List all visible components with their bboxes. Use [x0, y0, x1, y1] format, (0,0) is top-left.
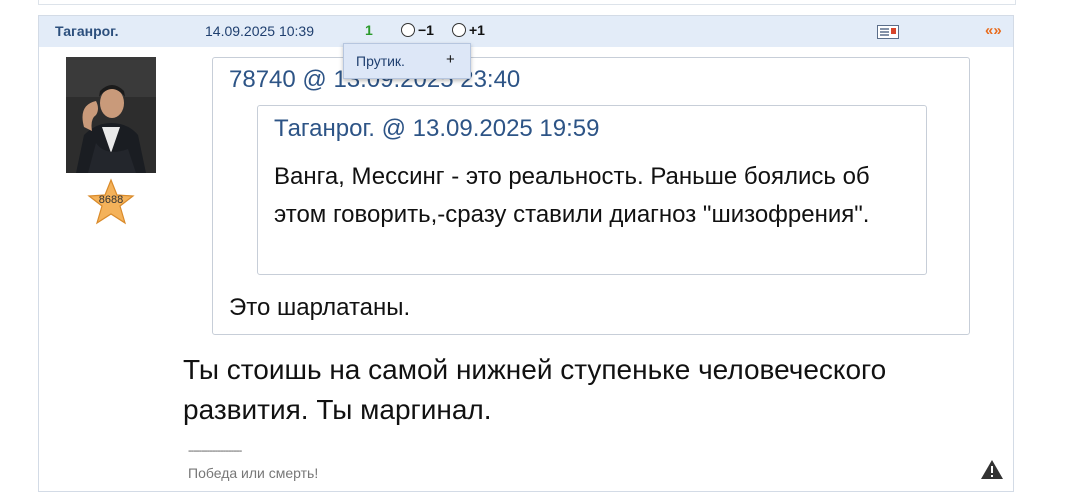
radio-minus-icon[interactable] [401, 23, 415, 37]
vote-plus-label: +1 [469, 22, 485, 38]
nested-quote-text: Ванга, Мессинг - это реальность. Раньше … [274, 163, 870, 228]
tooltip-voter-name[interactable]: Прутик. [356, 53, 405, 69]
user-rating: 8688 [98, 194, 124, 206]
tooltip-vote-value: + [446, 51, 455, 68]
nested-quote-block: Таганрог. @ 13.09.2025 19:59 Ванга, Месс… [257, 105, 927, 275]
avatar[interactable] [66, 57, 156, 173]
post-message: Ты стоишь на самой нижней ступеньке чело… [183, 354, 887, 425]
vote-minus[interactable]: −1 [401, 22, 434, 38]
card-icon[interactable] [877, 25, 899, 39]
post-score: 1 [365, 22, 373, 38]
author-name[interactable]: Таганрог. [55, 23, 119, 39]
previous-post-edge [38, 0, 1016, 5]
quote-text: Это шарлатаны. [229, 294, 411, 321]
quote-icon[interactable]: «» [985, 22, 1002, 39]
post-date[interactable]: 14.09.2025 10:39 [205, 23, 314, 39]
quote-block: 78740 @ 13.09.2025 23:40 Таганрог. @ 13.… [212, 57, 970, 335]
nested-quote-header[interactable]: Таганрог. @ 13.09.2025 19:59 [274, 115, 600, 143]
post-header: Таганрог. 14.09.2025 10:39 1 −1 +1 «» [39, 16, 1013, 47]
vote-minus-label: −1 [418, 22, 434, 38]
signature: Победа или смерть! [188, 465, 319, 481]
voter-tooltip: Прутик. + [343, 43, 471, 79]
avatar-image [66, 57, 156, 173]
warning-icon[interactable] [980, 458, 1004, 480]
radio-plus-icon[interactable] [452, 23, 466, 37]
signature-separator: -------------------- [188, 445, 242, 457]
vote-plus[interactable]: +1 [452, 22, 485, 38]
